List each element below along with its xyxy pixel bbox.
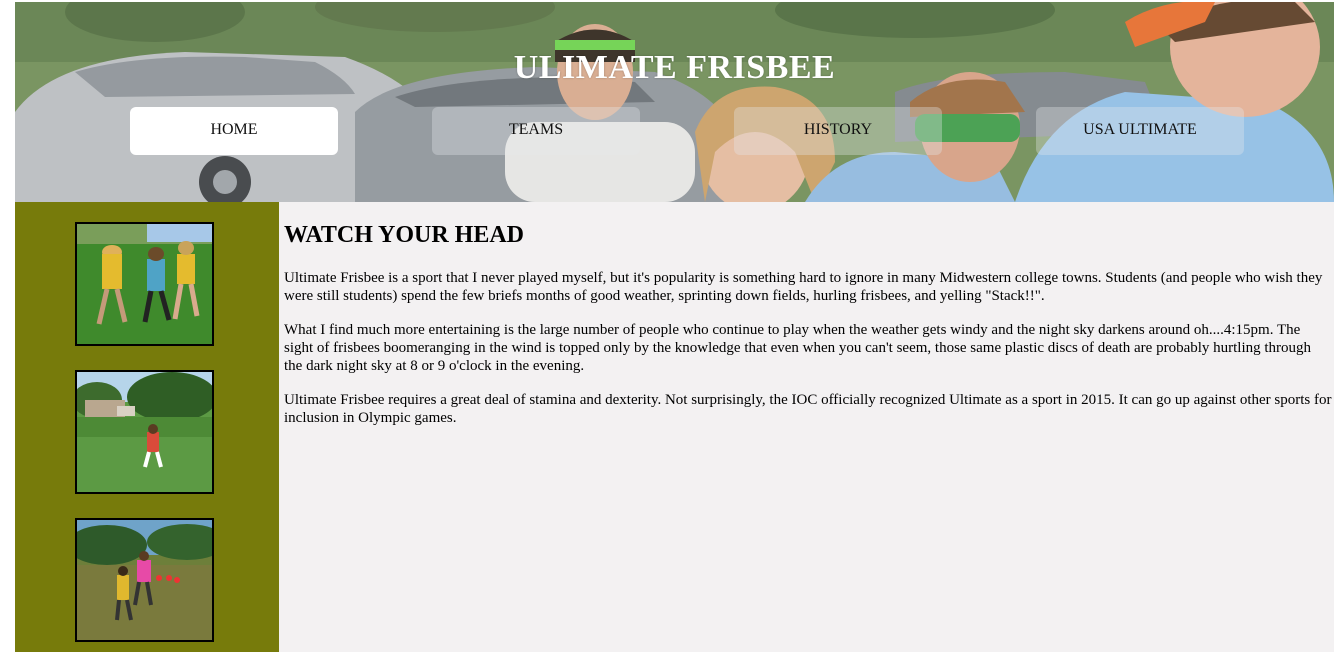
article-heading: WATCH YOUR HEAD	[284, 222, 525, 248]
page: ULIMATE FRISBEE HOME TEAMS HISTORY USA U…	[15, 2, 1334, 652]
nav-usa-ultimate[interactable]: USA ULTIMATE	[1036, 107, 1244, 155]
main-content: WATCH YOUR HEAD Ultimate Frisbee is a sp…	[284, 202, 1334, 652]
nav-history[interactable]: HISTORY	[734, 107, 942, 155]
frisbee-photo-3	[75, 518, 214, 642]
main-nav: HOME TEAMS HISTORY USA ULTIMATE	[15, 107, 1334, 155]
sidebar	[15, 202, 279, 652]
site-title: ULIMATE FRISBEE	[513, 49, 836, 86]
frisbee-photo-1	[75, 222, 214, 346]
hero-background-image	[15, 2, 1334, 202]
frisbee-photo-2	[75, 370, 214, 494]
article-paragraph-2: What I find much more entertaining is th…	[284, 322, 1312, 374]
article-paragraph-1: Ultimate Frisbee is a sport that I never…	[284, 270, 1323, 304]
article-paragraph-3: Ultimate Frisbee requires a great deal o…	[284, 392, 1332, 426]
nav-teams[interactable]: TEAMS	[432, 107, 640, 155]
header-hero: ULIMATE FRISBEE HOME TEAMS HISTORY USA U…	[15, 2, 1334, 202]
nav-home[interactable]: HOME	[130, 107, 338, 155]
